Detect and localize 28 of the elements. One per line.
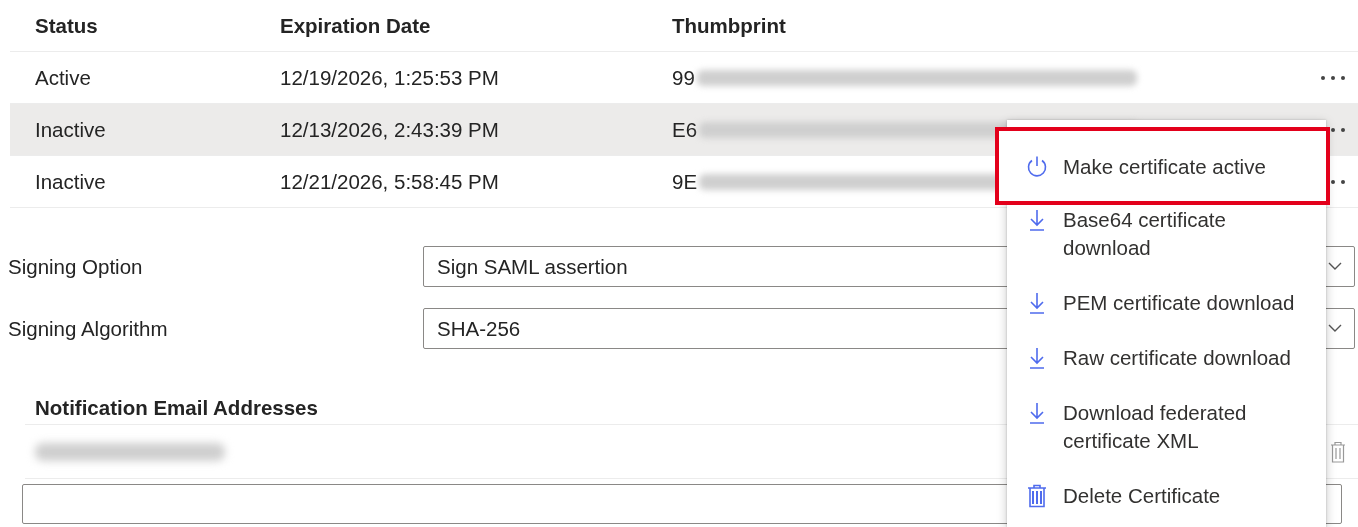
menu-item[interactable]: Delete Certificate xyxy=(1007,468,1326,524)
thumbprint-cell: 9E xyxy=(672,169,698,194)
date-cell-text: 12/21/2026, 5:58:45 PM xyxy=(280,169,500,194)
download-icon xyxy=(1028,209,1046,231)
status-cell-text: Active xyxy=(35,65,92,90)
status-cell-text: Inactive xyxy=(35,169,107,194)
trash-icon xyxy=(1027,484,1047,508)
trash-icon[interactable] xyxy=(1330,440,1346,463)
date-cell-text: 12/19/2026, 1:25:53 PM xyxy=(280,65,500,90)
chevron-icon xyxy=(1328,262,1342,271)
download-icon xyxy=(1028,347,1046,369)
download-icon xyxy=(1028,292,1046,314)
field-label: Signing Option xyxy=(7,254,144,279)
power-icon xyxy=(1026,154,1048,179)
section-title: Notification Email Addresses xyxy=(35,395,318,421)
date-cell-text: 12/13/2026, 2:43:39 PM xyxy=(280,117,500,142)
status-cell-text: Inactive xyxy=(35,117,107,142)
column-header: Status xyxy=(35,13,99,38)
column-header: Expiration Date xyxy=(280,13,432,38)
more-icon[interactable] xyxy=(1320,74,1346,81)
thumbprint-cell: 99 xyxy=(672,65,695,90)
thumbprint-cell: E6 xyxy=(672,117,698,142)
menu-item[interactable]: Download federated certificate XML xyxy=(1007,385,1326,469)
download-icon xyxy=(1028,402,1046,424)
field-label: Signing Algorithm xyxy=(7,316,169,341)
column-header: Thumbprint xyxy=(672,13,787,38)
menu-item[interactable]: Make certificate active xyxy=(995,127,1330,205)
chevron-icon xyxy=(1328,324,1342,333)
